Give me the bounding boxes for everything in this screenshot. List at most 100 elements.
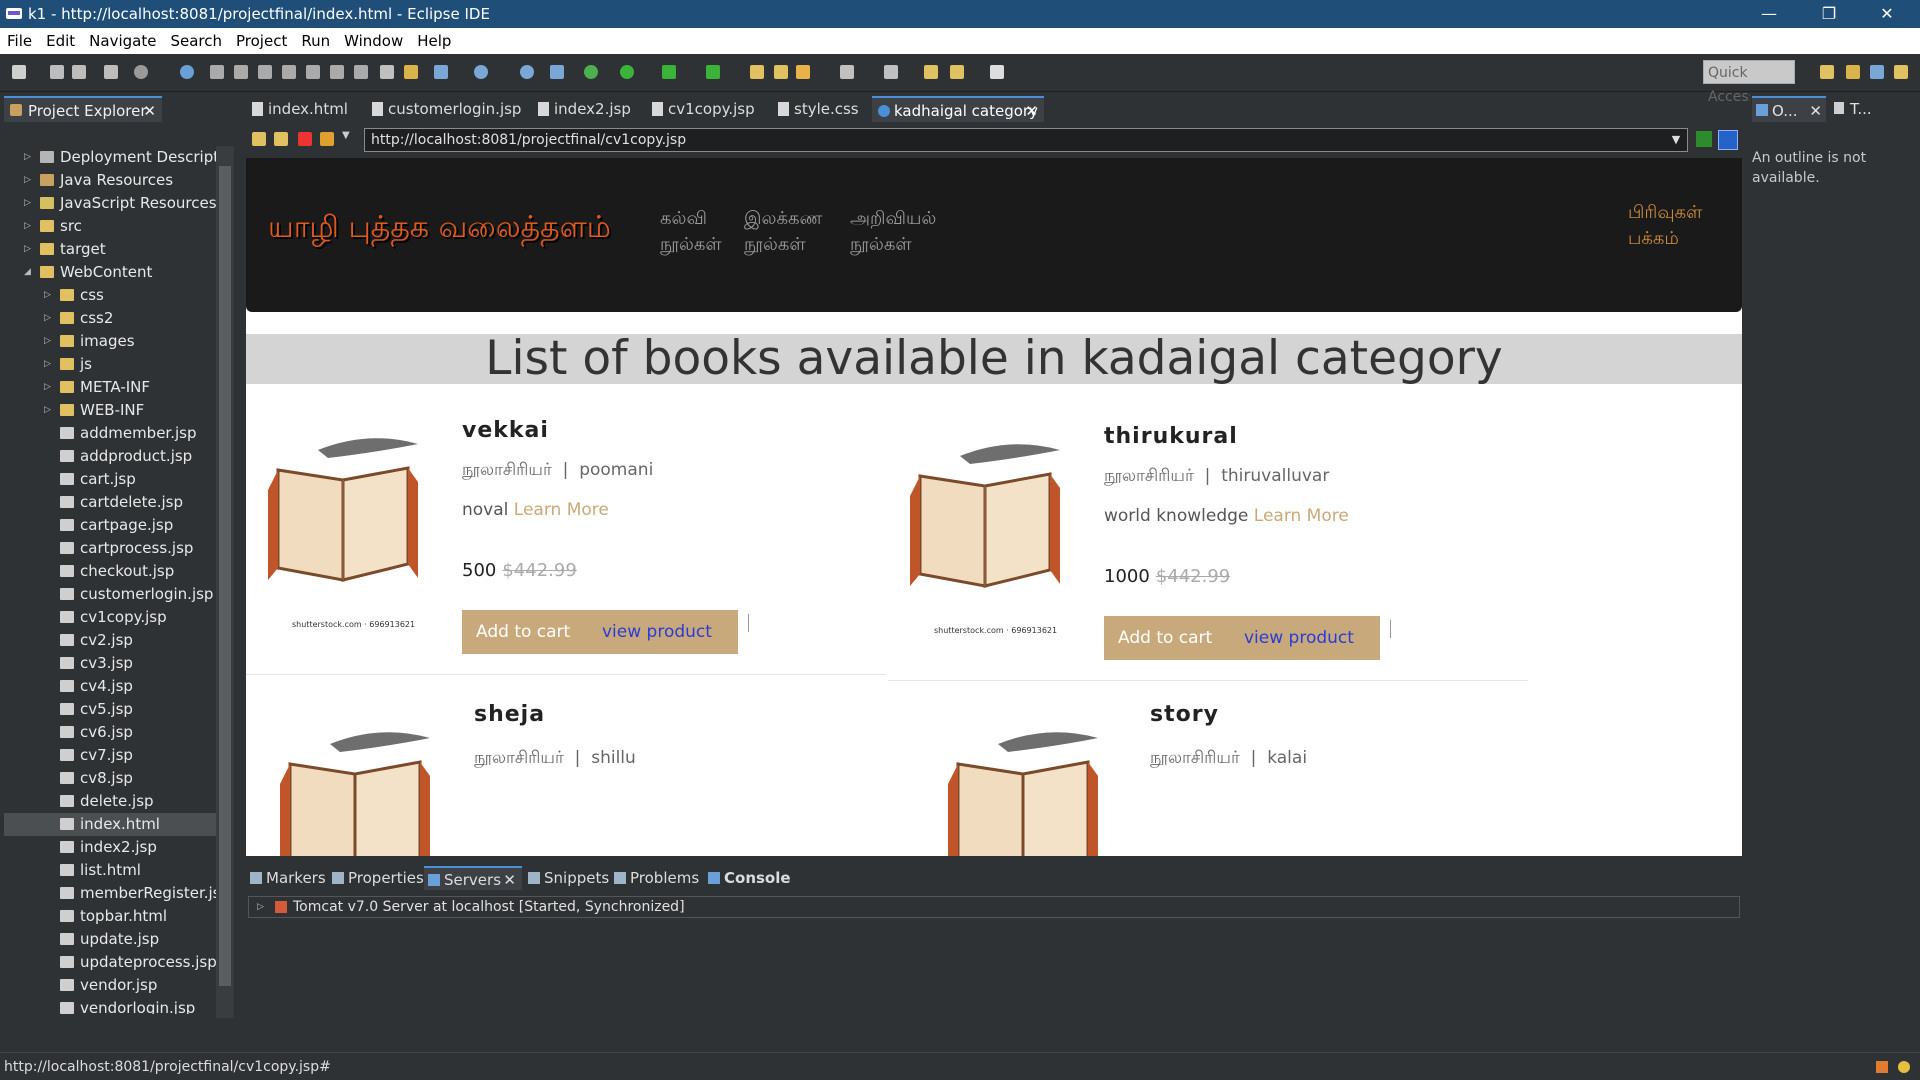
close-icon[interactable]: ✕ xyxy=(503,868,516,892)
tree-item[interactable]: customerlogin.jsp xyxy=(4,583,216,606)
tree-item[interactable]: update.jsp xyxy=(4,928,216,951)
tab-kadhaigal-category[interactable]: kadhaigal category ✕ xyxy=(872,96,1044,122)
open-perspective-icon[interactable] xyxy=(1820,65,1834,79)
view-product-link[interactable]: view product xyxy=(602,610,712,654)
debug-settings-icon[interactable] xyxy=(134,65,148,79)
tree-item[interactable]: ◢ WebContent xyxy=(4,261,216,284)
menu-window[interactable]: Window xyxy=(337,28,410,54)
expand-icon[interactable]: ▷ xyxy=(24,169,32,192)
tab-index2-jsp[interactable]: index2.jsp xyxy=(532,96,631,122)
collapse-icon[interactable]: ◢ xyxy=(24,261,32,284)
tab-snippets[interactable]: Snippets xyxy=(524,866,609,890)
stop-icon[interactable] xyxy=(298,132,312,146)
menu-search[interactable]: Search xyxy=(163,28,229,54)
forward-icon[interactable] xyxy=(274,132,288,146)
tree-item[interactable]: ▷ src xyxy=(4,215,216,238)
chevron-down-icon[interactable]: ▼ xyxy=(342,130,350,141)
site-logo[interactable]: யாழி புத்தக வலைத்தளம் xyxy=(268,210,611,249)
expand-icon[interactable]: ▷ xyxy=(44,376,52,399)
go-icon[interactable] xyxy=(1696,131,1712,147)
tip-icon[interactable] xyxy=(1898,1061,1910,1073)
nav-grammar-books[interactable]: இலக்கண நூல்கள் xyxy=(744,206,822,258)
tab-cv1copy-jsp[interactable]: cv1copy.jsp xyxy=(646,96,755,122)
open-type-icon[interactable] xyxy=(404,65,418,79)
new-icon[interactable] xyxy=(12,65,26,79)
tree-item[interactable]: vendor.jsp xyxy=(4,974,216,997)
open-external-icon[interactable] xyxy=(1718,130,1738,150)
pin-editor-icon[interactable] xyxy=(884,65,898,79)
external-tools-icon[interactable] xyxy=(706,65,720,79)
open-task-icon[interactable] xyxy=(380,65,394,79)
edit-icon[interactable] xyxy=(796,65,810,79)
close-icon[interactable]: ✕ xyxy=(1025,98,1038,124)
tree-item[interactable]: index2.jsp xyxy=(4,836,216,859)
save-icon[interactable] xyxy=(50,65,64,79)
tab-problems[interactable]: Problems xyxy=(610,866,699,890)
close-icon[interactable]: ✕ xyxy=(143,98,156,124)
tree-item[interactable]: ▷ js xyxy=(4,353,216,376)
forward-icon[interactable] xyxy=(990,65,1004,79)
expand-icon[interactable]: ▷ xyxy=(44,353,52,376)
add-to-cart-button[interactable]: Add to cart xyxy=(476,610,570,654)
annotation-icon[interactable] xyxy=(840,65,854,79)
tree-item[interactable]: ▷ WEB-INF xyxy=(4,399,216,422)
expand-icon[interactable]: ▷ xyxy=(24,192,32,215)
menu-run[interactable]: Run xyxy=(294,28,337,54)
expand-icon[interactable]: ▷ xyxy=(24,146,32,169)
run-last-icon[interactable] xyxy=(662,65,676,79)
explorer-vertical-scrollbar[interactable] xyxy=(216,146,234,1018)
last-edit-icon[interactable] xyxy=(924,65,938,79)
tree-item[interactable]: cv1copy.jsp xyxy=(4,606,216,629)
view-product-link[interactable]: view product xyxy=(1244,616,1354,660)
menu-file[interactable]: File xyxy=(0,28,39,54)
tree-item[interactable]: cv3.jsp xyxy=(4,652,216,675)
menu-navigate[interactable]: Navigate xyxy=(82,28,163,54)
refresh-icon[interactable] xyxy=(320,132,334,146)
tree-item[interactable]: updateprocess.jsp xyxy=(4,951,216,974)
tree-item[interactable]: topbar.html xyxy=(4,905,216,928)
open-resource-icon[interactable] xyxy=(774,65,788,79)
back-icon[interactable] xyxy=(950,65,964,79)
tree-item[interactable]: cartpage.jsp xyxy=(4,514,216,537)
tree-item[interactable]: cv2.jsp xyxy=(4,629,216,652)
suspend-icon[interactable] xyxy=(234,65,248,79)
tree-item[interactable]: vendorlogin.jsp xyxy=(4,997,216,1014)
terminate-icon[interactable] xyxy=(258,65,272,79)
tree-item[interactable]: ▷ META-INF xyxy=(4,376,216,399)
tree-item[interactable]: cv7.jsp xyxy=(4,744,216,767)
resume-icon[interactable] xyxy=(210,65,224,79)
tab-customerlogin-jsp[interactable]: customerlogin.jsp xyxy=(366,96,521,122)
tab-style-css[interactable]: style.css xyxy=(772,96,862,122)
tree-item[interactable]: cv4.jsp xyxy=(4,675,216,698)
globe-icon[interactable] xyxy=(520,65,534,79)
tree-item[interactable]: addmember.jsp xyxy=(4,422,216,445)
tree-item[interactable]: memberRegister.jsp xyxy=(4,882,216,905)
tree-item[interactable]: cv6.jsp xyxy=(4,721,216,744)
nav-categories-page[interactable]: பிரிவுகள் பக்கம் xyxy=(1628,200,1702,252)
close-window-button[interactable]: ✕ xyxy=(1864,0,1910,28)
tab-console[interactable]: Console xyxy=(704,866,791,890)
open-folder-icon[interactable] xyxy=(750,65,764,79)
tree-item[interactable]: cartprocess.jsp xyxy=(4,537,216,560)
run-icon[interactable] xyxy=(620,65,634,79)
nav-education-books[interactable]: கல்வி நூல்கள் xyxy=(660,206,722,258)
url-dropdown-icon[interactable]: ▼ xyxy=(1666,129,1686,151)
expand-icon[interactable]: ▷ xyxy=(44,284,52,307)
save-all-icon[interactable] xyxy=(72,65,86,79)
tree-item[interactable]: checkout.jsp xyxy=(4,560,216,583)
menu-project[interactable]: Project xyxy=(229,28,294,54)
tab-project-explorer[interactable]: Project Explorer ✕ xyxy=(4,96,162,122)
java-perspective-icon[interactable] xyxy=(1894,65,1908,79)
restore-button[interactable]: ❐ xyxy=(1806,0,1852,28)
expand-icon[interactable]: ▷ xyxy=(24,238,32,261)
server-row[interactable]: ▷ Tomcat v7.0 Server at localhost [Start… xyxy=(248,896,1740,918)
tab-servers[interactable]: Servers ✕ xyxy=(424,866,522,890)
step-into-icon[interactable] xyxy=(306,65,320,79)
quick-access-input[interactable]: Quick Access xyxy=(1703,60,1795,105)
expand-icon[interactable]: ▷ xyxy=(44,399,52,422)
print-icon[interactable] xyxy=(104,65,118,79)
tree-item[interactable]: cartdelete.jsp xyxy=(4,491,216,514)
tree-item[interactable]: ▷ Java Resources xyxy=(4,169,216,192)
expand-icon[interactable]: ▷ xyxy=(257,897,264,917)
menu-edit[interactable]: Edit xyxy=(39,28,82,54)
